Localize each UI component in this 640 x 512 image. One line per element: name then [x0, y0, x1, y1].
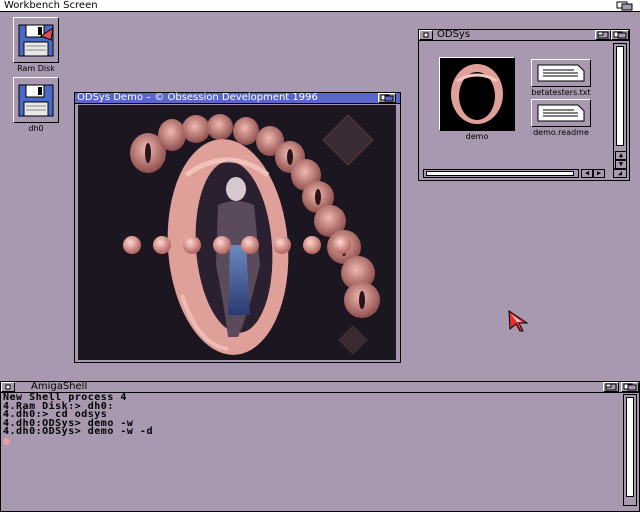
screen-title: Workbench Screen [4, 0, 98, 11]
scroll-right-arrow[interactable]: ▶ [593, 169, 605, 178]
text-cursor [3, 437, 10, 445]
drawer-item-label: betatesters.txt [531, 88, 591, 97]
close-icon [5, 384, 11, 390]
close-gadget[interactable] [1, 382, 15, 392]
drawer-item-label: demo.readme [533, 128, 589, 137]
demo-scene-image [78, 105, 396, 360]
text-document-icon [537, 104, 585, 122]
amigashell-window[interactable]: AmigaShell New Shell process 4 4.Ram Dis… [0, 381, 640, 512]
depth-gadget[interactable] [378, 93, 396, 103]
odsys-drawer-window[interactable]: ODSys demo betatesters.txt demo.readme ▲… [418, 29, 630, 181]
drawer-item-demo[interactable]: demo [437, 57, 517, 141]
shell-console[interactable]: New Shell process 4 4.Ram Disk:> dh0: 4.… [3, 393, 623, 508]
demo-window-title: ODSys Demo – © Obsession Development 199… [77, 92, 318, 103]
screen-depth-gadget[interactable] [614, 1, 638, 11]
scroll-knob[interactable] [616, 46, 624, 146]
drawer-item-label: demo [465, 132, 489, 141]
scroll-up-arrow[interactable]: ▲ [615, 151, 627, 160]
scroll-knob[interactable] [626, 397, 634, 497]
floppy-disk-icon [18, 84, 54, 117]
text-document-icon [537, 64, 585, 82]
desktop-icon-ram-disk[interactable]: Ram Disk [8, 17, 64, 74]
demo-render-area [78, 105, 396, 360]
depth-gadget-icon [623, 383, 637, 391]
odsys-window-title: ODSys [437, 29, 471, 40]
size-gadget[interactable]: ◢ [613, 169, 627, 178]
shell-output-line: 4.dh0:ODSys> demo -w -d [3, 426, 153, 437]
desktop-icon-label: Ram Disk [17, 64, 55, 73]
close-icon [423, 32, 429, 38]
zoom-icon [605, 383, 617, 391]
desktop-icon-label: dh0 [28, 124, 44, 133]
depth-gadget[interactable] [621, 382, 639, 392]
depth-gadget-icon [613, 31, 627, 39]
zoom-gadget[interactable] [603, 382, 619, 392]
demo-title-bar[interactable]: ODSys Demo – © Obsession Development 199… [75, 92, 400, 104]
horizontal-scrollbar[interactable] [423, 169, 579, 178]
scroll-down-arrow[interactable]: ▼ [615, 160, 627, 169]
demo-window[interactable]: ODSys Demo – © Obsession Development 199… [74, 92, 401, 363]
odsys-title-bar[interactable]: ODSys [419, 29, 629, 41]
demo-tool-icon [451, 64, 503, 124]
drawer-item-demo-readme[interactable]: demo.readme [529, 99, 593, 137]
close-gadget[interactable] [419, 30, 433, 40]
depth-gadget[interactable] [611, 30, 629, 40]
depth-gadget-icon [380, 94, 394, 102]
depth-gadget-icon [616, 1, 633, 11]
scroll-knob[interactable] [426, 171, 574, 176]
drawer-item-betatesters[interactable]: betatesters.txt [529, 59, 593, 97]
odsys-drawer-contents: demo betatesters.txt demo.readme [423, 43, 615, 167]
vertical-scrollbar[interactable] [623, 394, 637, 506]
scroll-left-arrow[interactable]: ◀ [581, 169, 593, 178]
zoom-icon [597, 31, 609, 39]
zoom-gadget[interactable] [595, 30, 611, 40]
floppy-disk-icon [18, 24, 54, 57]
screen-title-bar[interactable]: Workbench Screen [0, 0, 640, 12]
mouse-pointer-icon [508, 310, 529, 332]
desktop-icon-dh0[interactable]: dh0 [8, 77, 64, 134]
